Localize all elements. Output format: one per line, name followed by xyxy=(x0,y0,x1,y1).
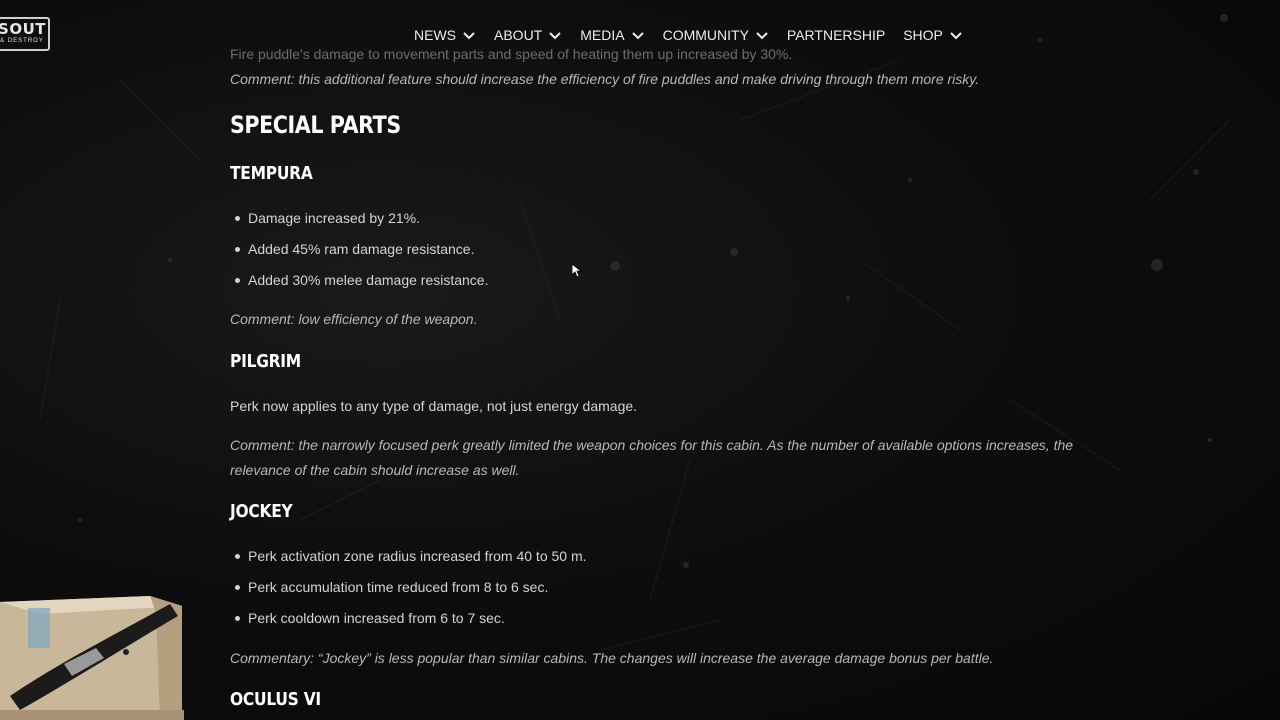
nav-item-shop[interactable]: SHOP xyxy=(903,27,963,43)
tempura-title: TEMPURA xyxy=(230,163,313,184)
cardboard-box-photo xyxy=(0,596,184,720)
nav-item-label: NEWS xyxy=(414,27,456,43)
chevron-down-icon xyxy=(756,32,768,40)
pilgrim-text: Perk now applies to any type of damage, … xyxy=(230,398,638,414)
list-item: Damage increased by 21%. xyxy=(230,206,488,237)
site-logo[interactable]: SOUT & DESTROY xyxy=(0,17,50,51)
tempura-comment: Comment: low efficiency of the weapon. xyxy=(230,311,478,327)
list-item: Perk cooldown increased from 6 to 7 sec. xyxy=(230,606,587,637)
logo-subtext: & DESTROY xyxy=(0,38,44,44)
nav-item-label: PARTNERSHIP xyxy=(786,27,886,43)
section-title: SPECIAL PARTS xyxy=(230,111,401,139)
nav-item-media[interactable]: MEDIA xyxy=(580,27,644,43)
chevron-down-icon xyxy=(463,32,475,40)
list-item: Added 45% ram damage resistance. xyxy=(230,237,488,268)
faded-text-line: Fire puddle's damage to movement parts a… xyxy=(230,46,793,62)
nav-item-label: COMMUNITY xyxy=(662,27,749,43)
oculus-title: OCULUS VI xyxy=(230,689,321,710)
logo-text: SOUT xyxy=(0,20,46,38)
nav-item-label: SHOP xyxy=(903,27,943,43)
nav-item-partnership[interactable]: PARTNERSHIP xyxy=(787,27,885,43)
nav-item-community[interactable]: COMMUNITY xyxy=(663,27,769,43)
jockey-comment: Commentary: “Jockey” is less popular tha… xyxy=(230,650,994,666)
chevron-down-icon xyxy=(549,32,561,40)
jockey-bullets: Perk activation zone radius increased fr… xyxy=(230,544,587,637)
tempura-bullets: Damage increased by 21%. Added 45% ram d… xyxy=(230,206,488,299)
list-item: Perk activation zone radius increased fr… xyxy=(230,544,587,575)
pilgrim-comment: Comment: the narrowly focused perk great… xyxy=(230,437,1074,478)
background-texture xyxy=(39,14,1231,651)
chevron-down-icon xyxy=(950,32,962,40)
nav-item-news[interactable]: NEWS xyxy=(414,27,476,43)
chevron-down-icon xyxy=(631,32,644,40)
nav-item-label: MEDIA xyxy=(580,27,625,43)
nav-item-label: ABOUT xyxy=(494,27,543,43)
list-item: Added 30% melee damage resistance. xyxy=(230,268,488,299)
mouse-pointer-icon xyxy=(572,264,582,278)
pilgrim-title: PILGRIM xyxy=(230,351,301,372)
main-nav: NEWS ABOUT MEDIA COMMUNITY PARTNERSHIP S… xyxy=(414,24,981,46)
intro-comment: Comment: this additional feature should … xyxy=(230,71,980,87)
page: SOUT & DESTROY NEWS ABOUT MEDIA COMMUNIT… xyxy=(0,0,1280,720)
list-item: Perk accumulation time reduced from 8 to… xyxy=(230,575,587,606)
jockey-title: JOCKEY xyxy=(230,501,293,522)
nav-item-about[interactable]: ABOUT xyxy=(494,27,562,43)
